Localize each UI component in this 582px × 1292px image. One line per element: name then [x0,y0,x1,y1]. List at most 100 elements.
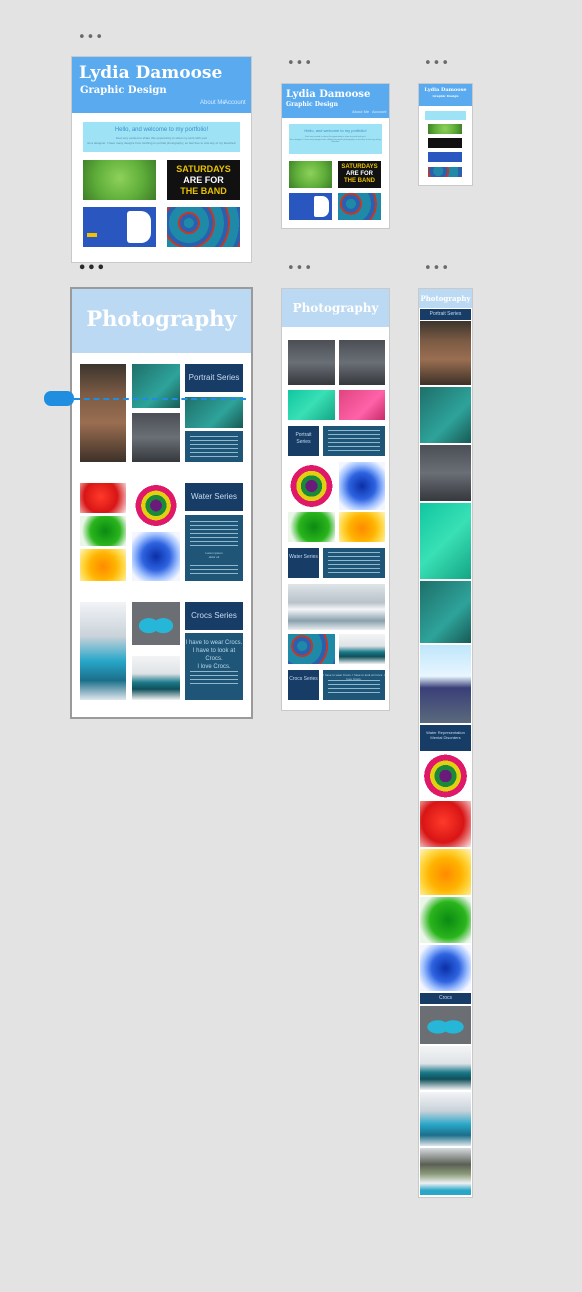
blue-b-logo-tile[interactable] [289,193,332,220]
artboard-menu-icon[interactable]: ••• [424,57,450,70]
crocs-snowhill-photo[interactable] [420,1046,471,1090]
site-subtitle: Graphic Design [432,94,459,98]
water-rainbow-ink-photo[interactable] [132,483,180,528]
portrait-teal-photo-2[interactable] [420,581,471,643]
portrait-teal-photo-small[interactable] [185,397,243,428]
band-text-line: THE BAND [180,186,227,196]
artboard-menu-icon[interactable]: ••• [78,262,106,275]
home-desktop-artboard[interactable]: Lydia Damoose Graphic Design About Me Ac… [72,57,251,262]
welcome-title: Hello, and welcome to my portfolio! [304,128,367,133]
portrait-gray-photo[interactable] [132,413,180,462]
water-series-label: Water Representation Mental Disorders [420,725,471,751]
portrait-bright-photo[interactable] [420,645,471,723]
crocs-wintertree-photo[interactable] [420,1148,471,1195]
portrait-teal-photo[interactable] [132,364,180,408]
welcome-body-line: Feel very excited to share this opportun… [305,136,366,138]
artboard-menu-icon[interactable]: ••• [78,31,104,44]
nav-account-link[interactable]: Account [372,109,386,114]
green-eye-photo[interactable] [289,161,332,188]
water-green-ink-photo[interactable] [80,516,126,546]
water-orange-ink-photo[interactable] [420,849,471,895]
site-name: Lydia Damoose [286,89,371,100]
home-tablet-artboard[interactable]: Lydia Damoose Graphic Design About Me Ac… [282,84,389,228]
nav-account-link[interactable]: Account [224,100,246,106]
water-blue-ink-photo[interactable] [339,462,385,510]
photography-title: Photography [72,289,251,353]
photography-desktop-artboard[interactable]: Photography Portrait Series Water Series… [72,289,251,717]
b-letter-shape [127,211,151,243]
crocs-series-label: Crocs Series [288,670,319,700]
portrait-cowboy-photo[interactable] [420,321,471,385]
band-text-line: ARE FOR [346,171,373,177]
water-green-ink-photo[interactable] [288,512,335,542]
welcome-banner: Hello, and welcome to my portfolio! Feel… [289,124,382,154]
character-print-photo[interactable] [167,207,240,247]
home-mobile-artboard[interactable]: Lydia Damoose Graphic Design [419,84,472,185]
text-lines [189,565,239,577]
blue-b-logo-tile[interactable] [428,152,462,162]
b-letter-shape [314,196,329,217]
water-blue-ink-photo[interactable] [420,945,471,991]
water-orange-ink-photo[interactable] [80,549,126,581]
water-rainbow-ink-photo[interactable] [420,753,471,799]
welcome-body-line: Feel very excited to share this opportun… [115,136,208,140]
photography-tablet-artboard[interactable]: Photography Portrait Series Water Series… [282,289,389,710]
portrait-mint-photo[interactable] [420,503,471,579]
water-green-ink-photo[interactable] [420,897,471,943]
welcome-body-line: As a designer, I have many designs from … [87,141,236,145]
portrait-gray-photo[interactable] [420,445,471,501]
blue-b-logo-tile[interactable] [83,207,156,247]
site-header: Lydia Damoose Graphic Design About Me Ac… [72,57,251,113]
portrait-pink-photo[interactable] [339,390,385,420]
crocs-description: I have to wear Crocs. I have to look at … [185,633,243,700]
portrait-mint-photo[interactable] [288,390,335,420]
crocs-series-label: Crocs [420,993,471,1004]
water-red-ink-photo[interactable] [80,483,126,513]
crocs-pair-photo[interactable] [132,602,180,645]
welcome-banner: Hello, and welcome to my portfolio! Feel… [83,122,240,152]
photography-title: Photography [282,289,389,327]
character-print-photo[interactable] [338,193,381,220]
prototype-link-handle[interactable] [44,391,74,406]
photography-mobile-artboard[interactable]: Photography Portrait Series Water Repres… [419,289,472,1197]
band-text-line: THE BAND [344,178,375,184]
artboard-menu-icon[interactable]: ••• [287,57,313,70]
water-description [323,548,385,578]
welcome-banner [425,111,466,120]
site-header: Lydia Damoose Graphic Design About Me Ac… [282,84,389,118]
site-subtitle: Graphic Design [286,101,338,108]
green-eye-photo[interactable] [83,160,156,200]
text-lines [327,430,381,454]
nav-about-link[interactable]: About Me [352,109,369,114]
crocs-snowhill-photo[interactable] [339,634,385,664]
water-orange-ink-photo[interactable] [339,512,385,542]
saturdays-band-photo[interactable]: SATURDAYS ARE FOR THE BAND [338,161,381,188]
crocs-snowscape-photo[interactable] [288,584,385,630]
water-red-ink-photo[interactable] [420,801,471,847]
portrait-teal-photo[interactable] [420,387,471,443]
nav-about-link[interactable]: About Me [200,100,226,106]
crocs-print-photo[interactable] [288,634,335,664]
band-text-line: ARE FOR [183,175,224,185]
character-print-photo[interactable] [428,167,462,177]
crocs-snowhill-photo[interactable] [132,656,180,700]
quote-line: I love Crocs. [197,664,231,670]
green-eye-photo[interactable] [428,124,462,134]
portrait-gray-photo[interactable] [339,340,385,385]
water-series-label: Water Series [185,483,243,511]
saturdays-band-photo[interactable] [428,138,462,148]
crocs-pair-photo[interactable] [420,1006,471,1044]
crocs-snow-photo[interactable] [420,1092,471,1146]
welcome-title: Hello, and welcome to my portfolio! [114,127,209,133]
crocs-snow-photo[interactable] [80,602,126,700]
site-name: Lydia Damoose [79,63,223,83]
artboard-menu-icon[interactable]: ••• [424,262,450,275]
water-blue-ink-photo[interactable] [132,532,180,581]
saturdays-band-photo[interactable]: SATURDAYS ARE FOR THE BAND [167,160,240,200]
portrait-cowboy-photo[interactable] [80,364,126,462]
water-rainbow-ink-photo[interactable] [288,462,335,510]
artboard-menu-icon[interactable]: ••• [287,262,313,275]
portrait-green-photo[interactable] [288,340,335,385]
text-lines [189,436,239,460]
photography-title: Photography [419,289,472,308]
